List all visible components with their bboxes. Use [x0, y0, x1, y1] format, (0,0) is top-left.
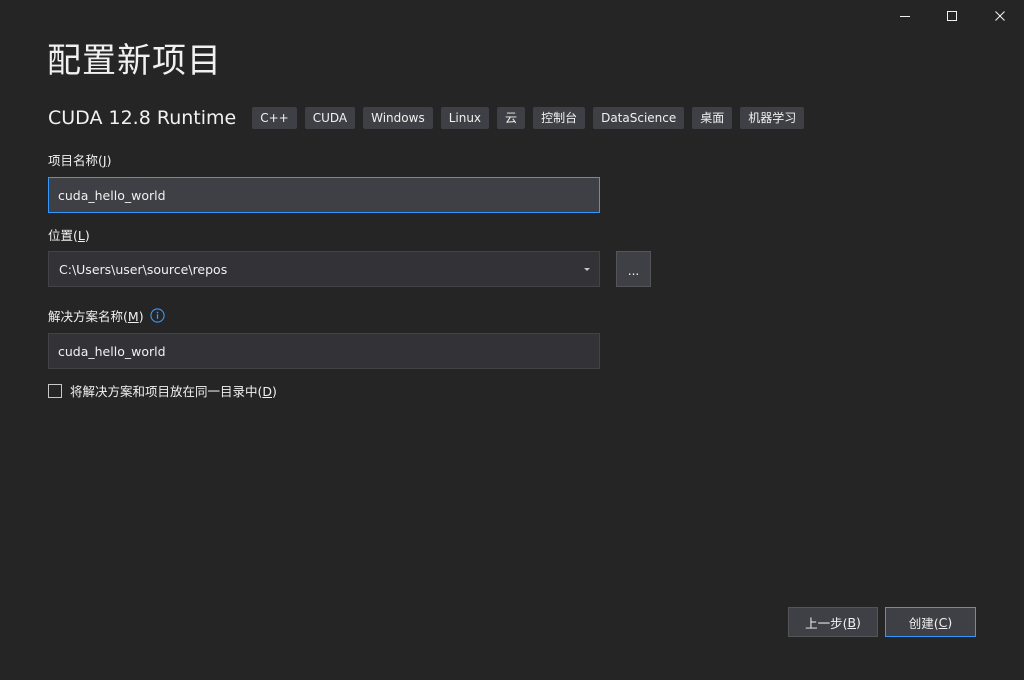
- project-name-input[interactable]: [48, 177, 600, 213]
- template-name: CUDA 12.8 Runtime: [48, 107, 237, 129]
- maximize-button[interactable]: [929, 0, 975, 32]
- maximize-icon: [947, 11, 957, 21]
- close-icon: [995, 11, 1005, 21]
- tag-machine-learning: 机器学习: [740, 107, 805, 129]
- create-button[interactable]: 创建(C): [885, 607, 976, 637]
- same-directory-label: 将解决方案和项目放在同一目录中(D): [70, 384, 277, 399]
- tag-datascience: DataScience: [593, 107, 685, 129]
- tag-windows: Windows: [363, 107, 433, 129]
- dropdown-arrow-icon[interactable]: [579, 261, 595, 277]
- solution-name-label: 解决方案名称(M): [48, 306, 165, 325]
- configure-project-dialog: 配置新项目 CUDA 12.8 Runtime C++ CUDA Windows…: [0, 0, 1024, 680]
- same-directory-checkbox[interactable]: [48, 383, 62, 398]
- info-icon[interactable]: [149, 308, 165, 323]
- browse-button[interactable]: ...: [616, 251, 651, 287]
- page-title: 配置新项目: [47, 41, 222, 81]
- solution-name-input[interactable]: [48, 333, 600, 369]
- tag-cpp: C++: [252, 107, 297, 129]
- tag-console: 控制台: [533, 107, 586, 129]
- template-tags: C++ CUDA Windows Linux 云 控制台 DataScience…: [252, 107, 805, 129]
- project-name-label: 项目名称(J): [48, 153, 112, 168]
- tag-desktop: 桌面: [692, 107, 733, 129]
- location-combobox[interactable]: C:\Users\user\source\repos: [48, 251, 600, 287]
- minimize-icon: [900, 16, 910, 17]
- close-button[interactable]: [977, 0, 1023, 32]
- template-info: CUDA 12.8 Runtime C++ CUDA Windows Linux…: [48, 106, 805, 130]
- minimize-button[interactable]: [882, 0, 928, 32]
- location-value: C:\Users\user\source\repos: [59, 261, 228, 277]
- same-directory-option[interactable]: 将解决方案和项目放在同一目录中(D): [48, 381, 277, 400]
- tag-cuda: CUDA: [304, 107, 356, 129]
- tag-cloud: 云: [497, 107, 526, 129]
- back-button[interactable]: 上一步(B): [788, 607, 878, 637]
- tag-linux: Linux: [440, 107, 490, 129]
- location-label: 位置(L): [48, 228, 90, 243]
